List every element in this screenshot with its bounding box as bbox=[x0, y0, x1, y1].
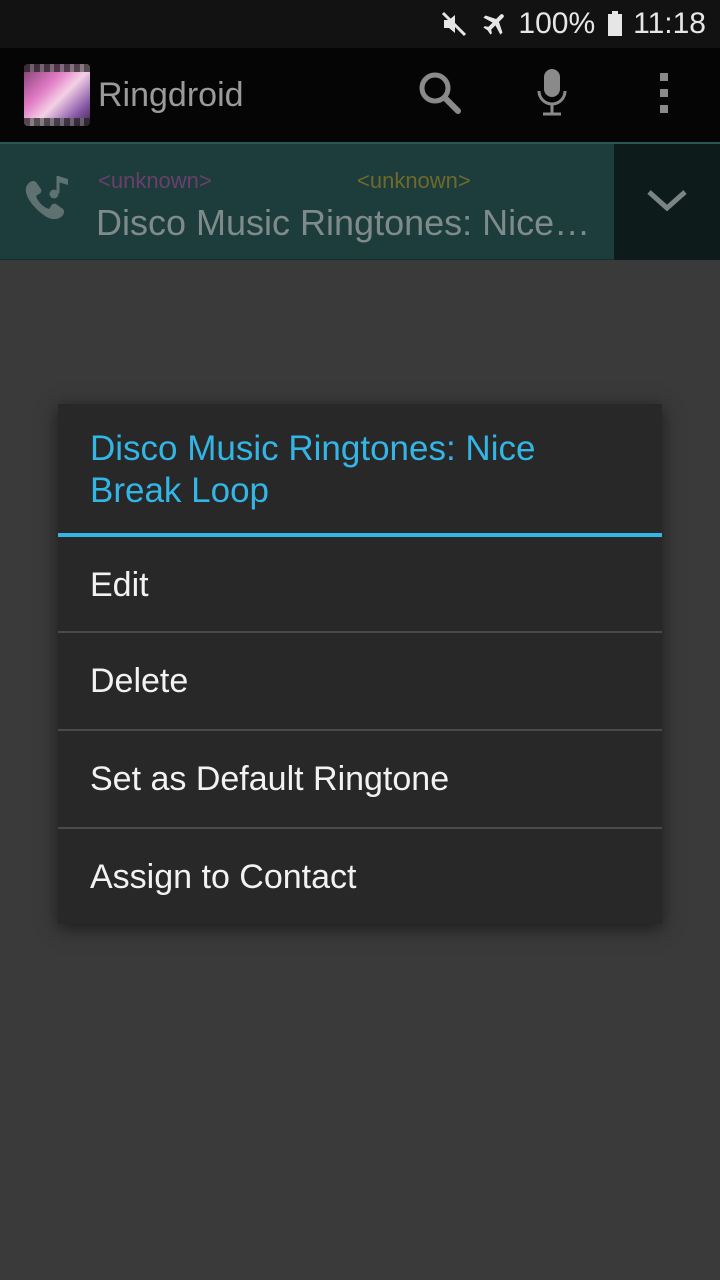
search-icon bbox=[416, 69, 464, 122]
airplane-icon bbox=[480, 10, 508, 38]
battery-icon bbox=[607, 10, 623, 38]
battery-percent: 100% bbox=[518, 7, 596, 40]
app-title: Ringdroid bbox=[98, 76, 244, 114]
list-item[interactable]: <unknown> <unknown> Disco Music Ringtone… bbox=[0, 142, 720, 260]
clock: 11:18 bbox=[633, 7, 706, 40]
menu-item-delete[interactable]: Delete bbox=[58, 633, 662, 730]
microphone-icon bbox=[535, 67, 569, 124]
row-expand-button[interactable] bbox=[614, 144, 720, 260]
overflow-menu-button[interactable] bbox=[624, 48, 704, 142]
action-bar: Ringdroid bbox=[0, 48, 720, 142]
status-bar: 100% 11:18 bbox=[0, 0, 720, 48]
ringtone-phone-icon bbox=[18, 172, 76, 230]
menu-item-assign-to-contact[interactable]: Assign to Contact bbox=[58, 829, 662, 926]
menu-item-edit[interactable]: Edit bbox=[58, 537, 662, 634]
overflow-menu-icon bbox=[658, 71, 670, 120]
row-title: Disco Music Ringtones: Nice… bbox=[96, 202, 586, 243]
app-logo[interactable] bbox=[24, 64, 90, 126]
row-album: <unknown> bbox=[357, 168, 471, 193]
voice-search-button[interactable] bbox=[512, 48, 592, 142]
menu-item-set-default-ringtone[interactable]: Set as Default Ringtone bbox=[58, 731, 662, 828]
chevron-down-icon bbox=[645, 186, 689, 219]
search-button[interactable] bbox=[400, 48, 480, 142]
dialog-title: Disco Music Ringtones: Nice Break Loop bbox=[90, 429, 536, 510]
row-artist: <unknown> bbox=[98, 168, 212, 193]
mute-icon bbox=[440, 10, 468, 38]
context-menu-dialog: Disco Music Ringtones: Nice Break Loop E… bbox=[58, 404, 662, 924]
